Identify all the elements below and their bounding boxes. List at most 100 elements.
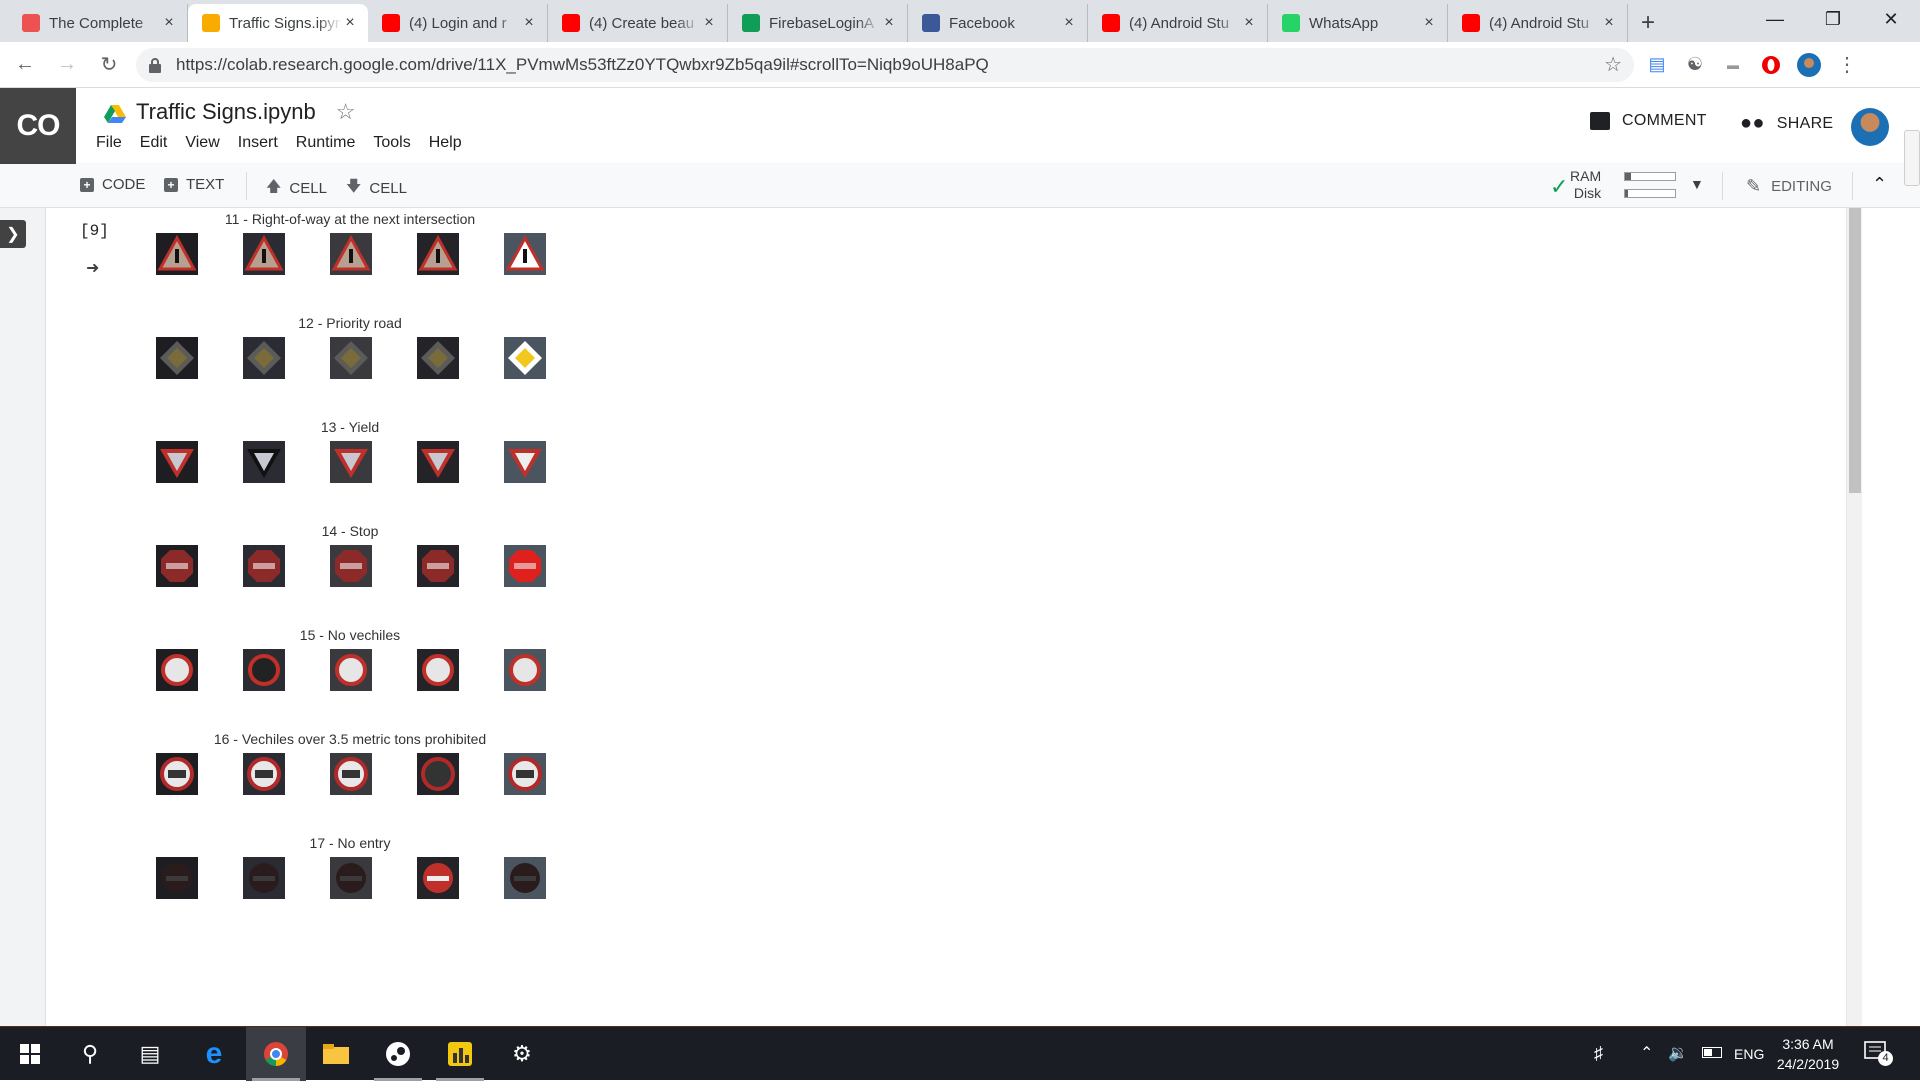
add-code-button[interactable]: + CODE [80, 176, 145, 193]
close-tab-icon[interactable]: × [1241, 14, 1257, 32]
menu-help[interactable]: Help [429, 134, 462, 152]
settings-gear-icon[interactable]: ⚙ [492, 1027, 552, 1081]
youtube-icon [1102, 14, 1120, 32]
sign-class-title: 14 - Stop [321, 523, 379, 539]
menu-edit[interactable]: Edit [140, 134, 168, 152]
add-text-button[interactable]: + TEXT [164, 176, 224, 193]
notebook-title-text[interactable]: Traffic Signs.ipynb [136, 99, 316, 125]
window-close-button[interactable]: ✕ [1862, 0, 1920, 38]
account-avatar[interactable] [1851, 108, 1889, 146]
toolbar-divider [246, 172, 247, 200]
sign-class-title: 17 - No entry [309, 835, 391, 851]
menu-view[interactable]: View [185, 134, 219, 152]
steam-icon[interactable] [368, 1027, 428, 1081]
traffic-sign-image [504, 545, 546, 587]
menu-tools[interactable]: Tools [373, 134, 410, 152]
traffic-sign-image [417, 649, 459, 691]
browser-tab[interactable]: (4) Login and r × [368, 4, 548, 42]
browser-tab[interactable]: WhatsApp × [1268, 4, 1448, 42]
people-tray-icon[interactable]: ♯ [1594, 1043, 1603, 1064]
edge-icon[interactable]: e [184, 1027, 244, 1081]
left-gutter [0, 208, 46, 1026]
tab-title: WhatsApp [1309, 14, 1379, 32]
close-tab-icon[interactable]: × [701, 14, 717, 32]
traffic-sign-image [330, 753, 372, 795]
chevron-up-icon[interactable]: ⌃ [1872, 174, 1887, 195]
colab-icon [202, 14, 220, 32]
expand-sidebar-button[interactable]: ❯ [0, 220, 26, 248]
menu-insert[interactable]: Insert [238, 134, 278, 152]
close-tab-icon[interactable]: × [1601, 14, 1617, 32]
close-tab-icon[interactable]: × [342, 14, 358, 32]
system-clock[interactable]: 3:36 AM 24/2/2019 [1768, 1034, 1848, 1074]
browser-tab[interactable]: Traffic Signs.ipynb × [188, 4, 368, 42]
action-center-icon[interactable]: 4 [1864, 1041, 1893, 1067]
extension-icon[interactable]: ☯ [1680, 50, 1710, 80]
file-explorer-icon[interactable] [306, 1027, 366, 1081]
show-hidden-icons[interactable]: ⌃ [1640, 1043, 1653, 1063]
language-indicator[interactable]: ENG [1734, 1046, 1764, 1062]
address-bar[interactable]: https://colab.research.google.com/drive/… [136, 47, 1634, 82]
close-tab-icon[interactable]: × [521, 14, 537, 32]
close-tab-icon[interactable]: × [161, 14, 177, 32]
browser-tab[interactable]: (4) Android Stu × [1088, 4, 1268, 42]
browser-tab[interactable]: FirebaseLoginA × [728, 4, 908, 42]
move-cell-up-button[interactable]: 🡅 CELL [266, 176, 327, 201]
volume-icon[interactable]: 🔉 [1668, 1043, 1688, 1063]
notebook-scrollbar[interactable] [1846, 208, 1862, 1026]
youtube-icon [562, 14, 580, 32]
close-tab-icon[interactable]: × [881, 14, 897, 32]
pencil-icon: ✎ [1746, 176, 1762, 196]
browser-tab-strip: The Complete × Traffic Signs.ipynb × (4) Log… [0, 0, 1920, 42]
opera-extension-icon[interactable] [1756, 50, 1786, 80]
browser-tab[interactable]: The Complete × [8, 4, 188, 42]
chevron-down-icon[interactable]: ▼ [1690, 176, 1704, 192]
output-redirect-icon[interactable]: ➜ [86, 258, 104, 277]
menu-runtime[interactable]: Runtime [296, 134, 356, 152]
scrollbar-thumb[interactable] [1849, 208, 1861, 493]
traffic-sign-image [156, 857, 198, 899]
extension-icon-2[interactable]: ▬ [1718, 50, 1748, 80]
close-tab-icon[interactable]: × [1421, 14, 1437, 32]
app-icon[interactable] [430, 1027, 490, 1081]
page-scroll-handle[interactable] [1904, 130, 1920, 186]
close-tab-icon[interactable]: × [1061, 14, 1077, 32]
new-tab-button[interactable]: + [1628, 4, 1668, 42]
reload-icon[interactable]: ↻ [92, 48, 126, 82]
docs-extension-icon[interactable]: ▤ [1642, 50, 1672, 80]
chrome-icon[interactable] [246, 1027, 306, 1081]
forward-icon[interactable]: → [50, 48, 84, 82]
share-button[interactable]: ●● SHARE [1740, 112, 1833, 135]
traffic-sign-image [330, 857, 372, 899]
colab-header: CO Traffic Signs.ipynb ☆ File Edit View Ins… [0, 88, 1920, 164]
search-icon[interactable]: ⚲ [60, 1027, 120, 1081]
maximize-button[interactable]: ❐ [1804, 0, 1862, 38]
resource-monitor[interactable]: RAM Disk [1570, 168, 1601, 202]
editing-mode-button[interactable]: ✎ EDITING [1746, 176, 1832, 197]
google-drive-icon[interactable] [104, 103, 126, 123]
profile-avatar-icon[interactable] [1794, 50, 1824, 80]
menu-file[interactable]: File [96, 134, 122, 152]
bookmark-star-icon[interactable]: ☆ [1604, 52, 1622, 77]
task-view-icon[interactable]: ▤ [120, 1027, 180, 1081]
clock-date: 24/2/2019 [1776, 1056, 1840, 1072]
colab-logo[interactable]: CO [0, 88, 76, 164]
chrome-menu-icon[interactable]: ⋮ [1832, 50, 1862, 80]
traffic-sign-image [156, 233, 198, 275]
star-icon[interactable]: ☆ [336, 99, 356, 125]
browser-tab[interactable]: (4) Android Stu × [1448, 4, 1628, 42]
windows-start-icon[interactable] [0, 1027, 60, 1081]
tab-title: Facebook [949, 14, 1015, 32]
move-cell-down-button[interactable]: 🡇 CELL [346, 176, 407, 201]
traffic-sign-image [243, 545, 285, 587]
cell-toolbar: + CODE + TEXT 🡅 CELL 🡇 CELL ✓ RAM Disk ▼ ✎ ED… [0, 164, 1920, 208]
battery-icon[interactable] [1702, 1047, 1722, 1058]
browser-tab[interactable]: Facebook × [908, 4, 1088, 42]
browser-tab[interactable]: (4) Create beau × [548, 4, 728, 42]
sign-image-row [156, 233, 556, 275]
clock-time: 3:36 AM [1782, 1036, 1834, 1052]
sign-class-title: 16 - Vechiles over 3.5 metric tons prohi… [213, 731, 487, 747]
back-icon[interactable]: ← [8, 48, 42, 82]
comment-button[interactable]: COMMENT [1590, 112, 1707, 130]
minimize-button[interactable]: — [1746, 0, 1804, 38]
